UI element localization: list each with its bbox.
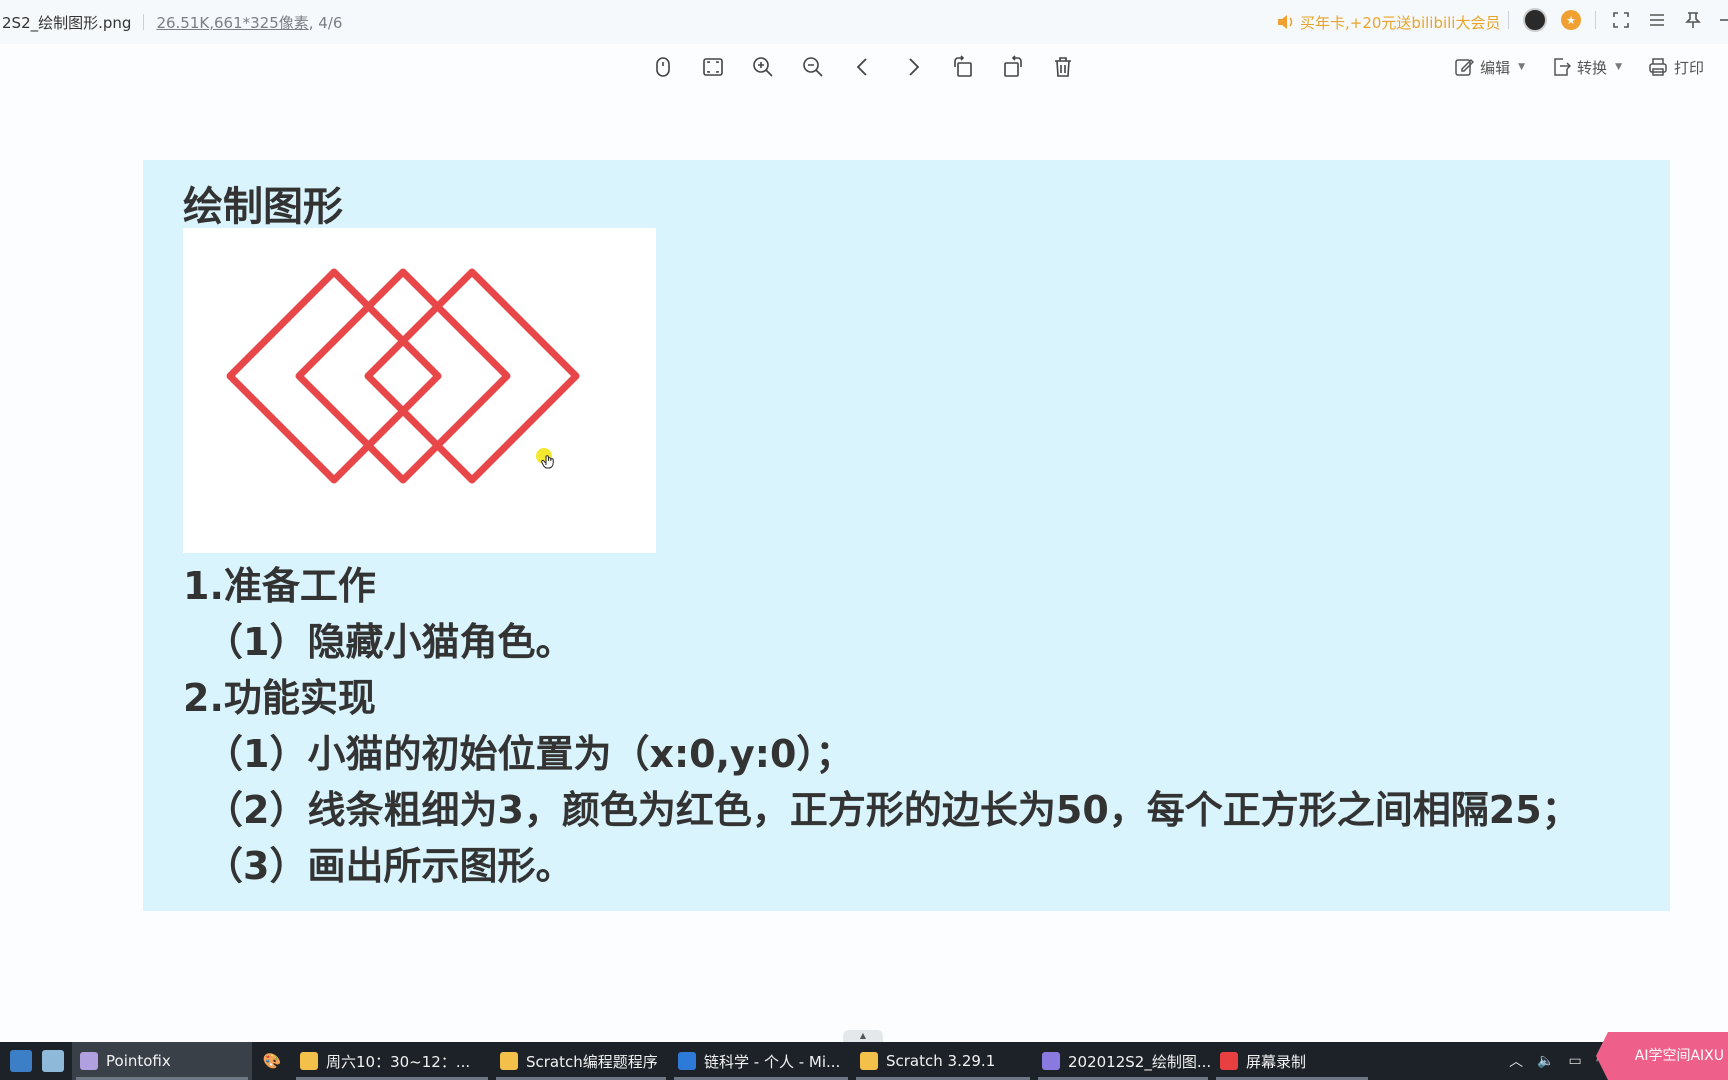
taskbar-apps: Pointofix 🎨 周六10：30~12：... Scratch编程题程序 链科学 … [72, 1042, 1372, 1080]
app-icon [500, 1052, 518, 1070]
file-info: 26.51K,661*325像素, 4/6 [156, 12, 342, 33]
edit-label: 编辑 [1480, 58, 1511, 77]
divider [1508, 11, 1509, 29]
file-name: 2S2_绘制图形.png [2, 13, 132, 32]
diamond-square [295, 268, 511, 484]
vip-badge-icon[interactable]: ★ [1561, 10, 1581, 30]
taskbar-item[interactable]: 链科学 - 个人 - Mi... [670, 1042, 852, 1080]
convert-button[interactable]: 转换 ▼ [1551, 54, 1622, 80]
doc-title: 绘制图形 [183, 184, 343, 230]
fullscreen-icon[interactable] [1610, 9, 1632, 31]
taskbar-item[interactable]: Scratch 3.29.1 [852, 1042, 1034, 1080]
zoom-in-icon[interactable] [748, 52, 778, 82]
menu-icon[interactable] [1646, 9, 1668, 31]
image-viewer-window: 2S2_绘制图形.png 26.51K,661*325像素, 4/6 买年卡,+… [0, 0, 1728, 1080]
diamond-square [226, 268, 442, 484]
view-tools [648, 52, 1078, 82]
doc-instructions: 1.准备工作 （1）隐藏小猫角色。 2.功能实现 （1）小猫的初始位置为（x:0,y:… [183, 558, 1580, 894]
app-icon [1220, 1052, 1238, 1070]
diamond-figure [226, 268, 580, 484]
taskbar-item-label: Pointofix [106, 1052, 171, 1070]
hand-cursor-icon [536, 448, 554, 469]
title-bar: 2S2_绘制图形.png 26.51K,661*325像素, 4/6 买年卡,+… [0, 0, 1728, 44]
calculator-icon[interactable] [10, 1050, 32, 1072]
rotate-left-icon[interactable] [948, 52, 978, 82]
battery-icon[interactable]: ▭ [1569, 1053, 1582, 1069]
taskbar: Pointofix 🎨 周六10：30~12：... Scratch编程题程序 链科学 … [0, 1042, 1728, 1080]
taskbar-item-label: 周六10：30~12：... [326, 1052, 471, 1071]
print-label: 打印 [1673, 58, 1704, 77]
print-icon [1649, 58, 1667, 76]
taskbar-item[interactable]: Scratch编程题程序 [492, 1042, 670, 1080]
viewer-toolbar: 编辑 ▼ 转换 ▼ 打印 [0, 48, 1728, 88]
taskbar-item[interactable]: Pointofix [72, 1042, 252, 1080]
toolbar-actions: 编辑 ▼ 转换 ▼ 打印 [1454, 54, 1704, 80]
system-tray: ︿ 🔈 ▭ ◠ [1509, 1042, 1608, 1080]
app-icon [300, 1052, 318, 1070]
minimize-icon[interactable] [1718, 9, 1728, 31]
app-icon [80, 1052, 98, 1070]
previous-icon[interactable] [848, 52, 878, 82]
taskbar-item-label: Scratch编程题程序 [526, 1052, 658, 1071]
avatar[interactable] [1523, 8, 1547, 32]
chevron-down-icon: ▼ [1615, 62, 1622, 72]
chevron-down-icon: ▼ [1518, 62, 1526, 72]
doc-line: （3）画出所示图形。 [205, 844, 574, 888]
edit-button[interactable]: 编辑 ▼ [1454, 54, 1525, 80]
taskbar-item-label: 202012S2_绘制图... [1068, 1052, 1212, 1071]
doc-line: （1）隐藏小猫角色。 [205, 620, 574, 664]
figure-panel [183, 228, 656, 553]
next-icon[interactable] [898, 52, 928, 82]
watermark-ribbon: AI学空间AIXU [1596, 1032, 1728, 1080]
notepad-icon[interactable] [42, 1050, 64, 1072]
rotate-right-icon[interactable] [998, 52, 1028, 82]
displayed-image[interactable]: 绘制图形 1.准备工作 （1）隐藏小猫角色。 2.功能实现 （1）小猫的初始位置为（x… [143, 160, 1670, 911]
image-dimensions[interactable]: ,661*325像素 [209, 14, 309, 32]
app-icon [1042, 1052, 1060, 1070]
paint-icon[interactable]: 🎨 [252, 1042, 292, 1080]
app-icon [678, 1052, 696, 1070]
doc-line: （2）线条粗细为3，颜色为红色，正方形的边长为50，每个正方形之间相隔25； [205, 788, 1580, 832]
taskbar-item[interactable]: 周六10：30~12：... [292, 1042, 492, 1080]
scroll-up-handle[interactable]: ▲ [843, 1030, 883, 1042]
tray-expand-icon[interactable]: ︿ [1509, 1051, 1523, 1071]
delete-icon[interactable] [1048, 52, 1078, 82]
doc-line: 1.准备工作 [183, 564, 376, 608]
speaker-icon [1278, 15, 1293, 29]
edit-icon [1455, 58, 1475, 76]
doc-line: 2.功能实现 [183, 676, 376, 720]
print-button[interactable]: 打印 [1648, 54, 1704, 80]
doc-line: （1）小猫的初始位置为（x:0,y:0）； [205, 732, 854, 776]
convert-label: 转换 [1577, 58, 1608, 77]
volume-icon[interactable]: 🔈 [1537, 1053, 1554, 1069]
taskbar-item[interactable]: 202012S2_绘制图... [1034, 1042, 1212, 1080]
convert-icon [1554, 58, 1572, 76]
mouse-icon[interactable] [648, 52, 678, 82]
file-size[interactable]: 26.51K [156, 14, 209, 32]
taskbar-item-label: Scratch 3.29.1 [886, 1052, 996, 1070]
taskbar-item-label: 链科学 - 个人 - Mi... [704, 1052, 841, 1071]
promo-banner[interactable]: 买年卡,+20元送bilibili大会员 [1276, 10, 1500, 34]
title-divider [143, 14, 145, 30]
taskbar-item-label: 屏幕录制 [1246, 1052, 1307, 1071]
window-controls: ★ [1508, 8, 1728, 32]
zoom-out-icon[interactable] [798, 52, 828, 82]
app-icon [860, 1052, 878, 1070]
divider [1595, 11, 1596, 29]
fit-screen-icon[interactable] [698, 52, 728, 82]
pin-icon[interactable] [1682, 9, 1704, 31]
taskbar-item[interactable]: 屏幕录制 [1212, 1042, 1372, 1080]
page-index: , 4/6 [308, 13, 343, 32]
promo-text: 买年卡,+20元送bilibili大会员 [1300, 13, 1501, 32]
